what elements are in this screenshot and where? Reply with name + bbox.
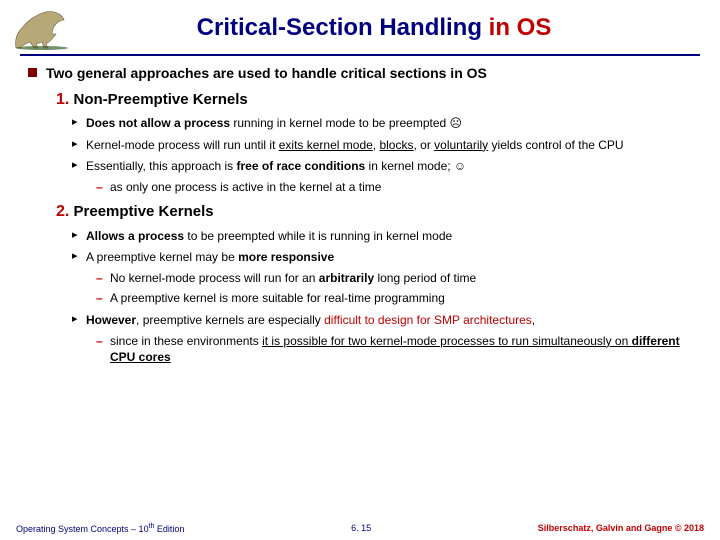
s2b3b: However <box>86 313 136 327</box>
dinosaur-logo <box>8 4 88 52</box>
s1b1-bold: Does not allow a process <box>86 116 230 130</box>
s2b3a: , preemptive kernels are especially <box>136 313 324 327</box>
s1b3b: free of race conditions <box>237 159 366 173</box>
title-main: Critical-Section Handling <box>197 14 489 41</box>
intro-line: Two general approaches are used to handl… <box>28 64 702 83</box>
section-1-heading: 1. Non-Preemptive Kernels <box>56 89 702 111</box>
s1b2u3: voluntarily <box>434 138 488 152</box>
s1-bullet-1: Does not allow a process running in kern… <box>72 115 702 131</box>
header: Critical-Section Handling in OS <box>0 0 720 52</box>
s2-dash-3: since in these environments it is possib… <box>96 333 702 365</box>
s2b3e: , <box>532 313 535 327</box>
s2b1b: Allows a process <box>86 229 184 243</box>
s2-dash-1: No kernel-mode process will run for an a… <box>96 270 702 286</box>
footer-center: 6. 15 <box>351 523 371 534</box>
s2d1a: No kernel-mode process will run for an <box>110 271 319 285</box>
footer-left: Operating System Concepts – 10th Edition <box>16 523 184 534</box>
s1b2d: yields control of the CPU <box>488 138 623 152</box>
s1b2u1: exits kernel mode <box>279 138 373 152</box>
intro-text: Two general approaches are used to handl… <box>46 65 487 81</box>
s1b3a: Essentially, this approach is <box>86 159 237 173</box>
s2d1c: long period of time <box>374 271 476 285</box>
s2b2a: A preemptive kernel may be <box>86 250 238 264</box>
fl-b: Edition <box>154 524 184 534</box>
s1b2a: Kernel-mode process will run until it <box>86 138 279 152</box>
s1d1: as only one process is active in the ker… <box>110 180 381 194</box>
slide-title: Critical-Section Handling in OS <box>88 14 700 42</box>
s2b1r: to be preempted while it is running in k… <box>184 229 452 243</box>
footer-right: Silberschatz, Galvin and Gagne © 2018 <box>538 523 704 534</box>
body: Two general approaches are used to handl… <box>0 64 720 365</box>
s1b2u2: blocks <box>379 138 413 152</box>
footer: Operating System Concepts – 10th Edition… <box>0 523 720 534</box>
s2-bullet-1: Allows a process to be preempted while i… <box>72 228 702 244</box>
s2d2: A preemptive kernel is more suitable for… <box>110 291 445 305</box>
s2b2b: more responsive <box>238 250 334 264</box>
section-2-heading: 2. Preemptive Kernels <box>56 201 702 223</box>
s1b1-rest: running in kernel mode to be preempted ☹ <box>230 116 462 130</box>
title-accent: in OS <box>489 14 552 41</box>
s2d3a: since in these environments <box>110 334 262 348</box>
title-rule <box>20 54 700 56</box>
square-bullet-icon <box>28 68 37 77</box>
s1-bullet-2: Kernel-mode process will run until it ex… <box>72 137 702 153</box>
s2-bullet-2: A preemptive kernel may be more responsi… <box>72 249 702 265</box>
s2-dash-2: A preemptive kernel is more suitable for… <box>96 290 702 306</box>
num-1: 1. <box>56 91 69 108</box>
fl-a: Operating System Concepts – 10 <box>16 524 149 534</box>
s2d3ut: it is possible for two kernel-mode proce… <box>262 334 632 348</box>
s1b3c: in kernel mode; ☺ <box>365 159 466 173</box>
num-2: 2. <box>56 203 69 220</box>
s2d1b: arbitrarily <box>319 271 374 285</box>
heading-2: Preemptive Kernels <box>74 203 214 220</box>
s2b3r: difficult to design for SMP architecture… <box>324 313 532 327</box>
s2-bullet-3: However, preemptive kernels are especial… <box>72 312 702 328</box>
s1-bullet-3: Essentially, this approach is free of ra… <box>72 158 702 174</box>
heading-1: Non-Preemptive Kernels <box>74 91 248 108</box>
s1-dash-1: as only one process is active in the ker… <box>96 179 702 195</box>
s1b2c: , or <box>413 138 434 152</box>
slide: Critical-Section Handling in OS Two gene… <box>0 0 720 540</box>
